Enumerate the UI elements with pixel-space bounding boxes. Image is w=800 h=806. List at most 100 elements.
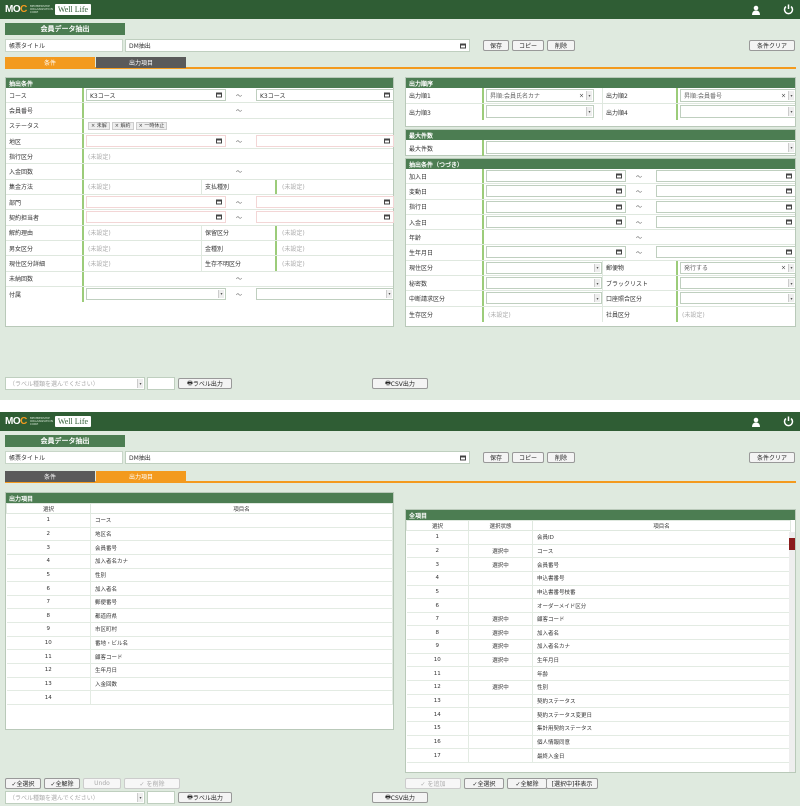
- chevron-down-icon[interactable]: ▾: [788, 107, 794, 116]
- residence-select[interactable]: ▾: [486, 261, 602, 274]
- chevron-down-icon[interactable]: ▾: [386, 289, 392, 298]
- tab-conditions[interactable]: 条件: [5, 57, 95, 68]
- deposit-from-input[interactable]: [486, 215, 626, 228]
- order2-select[interactable]: 昇順:会員番号 × ▾: [680, 89, 796, 102]
- select-all-button[interactable]: ✓全選択: [464, 778, 504, 789]
- order4-select[interactable]: ▾: [680, 105, 796, 118]
- label-output-button[interactable]: 🖶 ラベル出力: [178, 792, 232, 803]
- pay-to-input[interactable]: [656, 200, 796, 213]
- secret-select[interactable]: ▾: [486, 277, 602, 290]
- mail-select[interactable]: 発行する × ▾: [680, 261, 796, 274]
- table-row[interactable]: 4 加入者名カナ: [6, 554, 393, 569]
- blacklist-select[interactable]: ▾: [680, 277, 796, 290]
- table-row[interactable]: 12 選択中 性別: [406, 680, 791, 695]
- unset-value[interactable]: (未設定): [280, 257, 305, 269]
- account-select[interactable]: ▾: [680, 292, 796, 305]
- csv-output-button[interactable]: 🖶 CSV出力: [372, 792, 428, 803]
- dept-to-input[interactable]: [256, 196, 394, 209]
- chevron-down-icon[interactable]: ▾: [218, 289, 224, 298]
- person-to-input[interactable]: [256, 211, 394, 224]
- add-selected-button[interactable]: ✓ を追加: [405, 778, 461, 789]
- label-type-select[interactable]: （ラベル種類を選んでください） ▾: [5, 791, 145, 804]
- save-button[interactable]: 保存: [483, 452, 509, 463]
- table-row[interactable]: 4 申込書番号: [406, 571, 791, 586]
- birth-to-input[interactable]: [656, 246, 796, 259]
- calendar-icon[interactable]: [216, 138, 222, 144]
- table-row[interactable]: 17 最終入金日: [406, 748, 791, 763]
- chevron-down-icon[interactable]: ▾: [788, 263, 794, 272]
- report-title-input[interactable]: DM抽出: [125, 451, 470, 464]
- unset-value[interactable]: (未設定): [86, 181, 111, 193]
- calendar-icon[interactable]: [786, 173, 792, 179]
- table-row[interactable]: 1 コース: [6, 513, 393, 528]
- calendar-icon[interactable]: [216, 92, 222, 98]
- remove-selected-button[interactable]: ✓ を削除: [124, 778, 180, 789]
- unset-value[interactable]: (未設定): [280, 181, 305, 193]
- table-row[interactable]: 1 会員ID: [406, 530, 791, 545]
- calendar-icon[interactable]: [384, 199, 390, 205]
- clear-conditions-button[interactable]: 条件クリア: [749, 452, 795, 463]
- deselect-all-button[interactable]: ✓全解除: [44, 778, 80, 789]
- scrollbar[interactable]: [789, 532, 795, 772]
- chevron-down-icon[interactable]: ▾: [137, 793, 143, 802]
- calendar-icon[interactable]: [616, 173, 622, 179]
- close-icon[interactable]: ×: [579, 92, 584, 99]
- close-icon[interactable]: ×: [781, 92, 786, 99]
- max-count-select[interactable]: ▾: [486, 141, 796, 154]
- delete-button[interactable]: 削除: [547, 452, 575, 463]
- table-row[interactable]: 13 契約ステータス: [406, 694, 791, 709]
- calendar-icon[interactable]: [384, 214, 390, 220]
- table-row[interactable]: 5 申込書番号枝番: [406, 585, 791, 600]
- delete-button[interactable]: 削除: [547, 40, 575, 51]
- save-button[interactable]: 保存: [483, 40, 509, 51]
- change-from-input[interactable]: [486, 185, 626, 198]
- change-to-input[interactable]: [656, 185, 796, 198]
- tab-output-items[interactable]: 出力項目: [96, 471, 186, 482]
- area-from-input[interactable]: [86, 134, 226, 147]
- table-row[interactable]: 7 選択中 顧客コード: [406, 612, 791, 627]
- unset-value[interactable]: (未設定): [86, 227, 111, 239]
- course-to-input[interactable]: K3コース: [256, 89, 394, 101]
- extra-to-select[interactable]: ▾: [256, 287, 394, 300]
- chevron-down-icon[interactable]: ▾: [586, 107, 592, 116]
- unset-value[interactable]: (未設定): [86, 257, 111, 269]
- chevron-down-icon[interactable]: ▾: [788, 143, 794, 152]
- table-row[interactable]: 13 入金回数: [6, 677, 393, 692]
- calendar-icon[interactable]: [216, 199, 222, 205]
- table-row[interactable]: 5 性別: [6, 568, 393, 583]
- user-icon[interactable]: [751, 417, 761, 427]
- table-row[interactable]: 14 契約ステータス変更日: [406, 707, 791, 722]
- calendar-icon[interactable]: [384, 138, 390, 144]
- member-from-input[interactable]: [86, 104, 226, 116]
- report-title-input[interactable]: DM抽出: [125, 39, 470, 52]
- calendar-icon[interactable]: [786, 188, 792, 194]
- table-row[interactable]: 14: [6, 690, 393, 705]
- calendar-icon[interactable]: [786, 204, 792, 210]
- clear-conditions-button[interactable]: 条件クリア: [749, 40, 795, 51]
- table-row[interactable]: 10 選択中 生年月日: [406, 653, 791, 668]
- table-row[interactable]: 7 郵便番号: [6, 595, 393, 610]
- chevron-down-icon[interactable]: ▾: [586, 91, 592, 100]
- extra-from-select[interactable]: ▾: [86, 287, 226, 300]
- hide-selected-button[interactable]: [選択中]非表示: [546, 778, 598, 789]
- calendar-icon[interactable]: [786, 249, 792, 255]
- table-row[interactable]: 16 個人情報同意: [406, 735, 791, 750]
- copy-button[interactable]: コピー: [512, 452, 544, 463]
- calendar-icon[interactable]: [786, 219, 792, 225]
- person-from-input[interactable]: [86, 211, 226, 224]
- table-row[interactable]: 8 選択中 加入者名: [406, 625, 791, 641]
- pay-from-input[interactable]: [486, 200, 626, 213]
- table-row[interactable]: 6 加入者名: [6, 581, 393, 596]
- unset-value[interactable]: (未設定): [86, 150, 111, 162]
- order3-select[interactable]: ▾: [486, 105, 594, 118]
- calendar-icon[interactable]: [384, 92, 390, 98]
- copy-button[interactable]: コピー: [512, 40, 544, 51]
- course-from-input[interactable]: K3コース: [86, 89, 226, 101]
- join-to-input[interactable]: [656, 170, 796, 182]
- power-icon[interactable]: [783, 416, 794, 427]
- unset-value[interactable]: (未設定): [280, 242, 305, 254]
- user-icon[interactable]: [751, 5, 761, 15]
- chevron-down-icon[interactable]: ▾: [788, 91, 794, 100]
- chevron-down-icon[interactable]: ▾: [594, 263, 600, 272]
- table-row[interactable]: 2 選択中 コース: [406, 544, 791, 559]
